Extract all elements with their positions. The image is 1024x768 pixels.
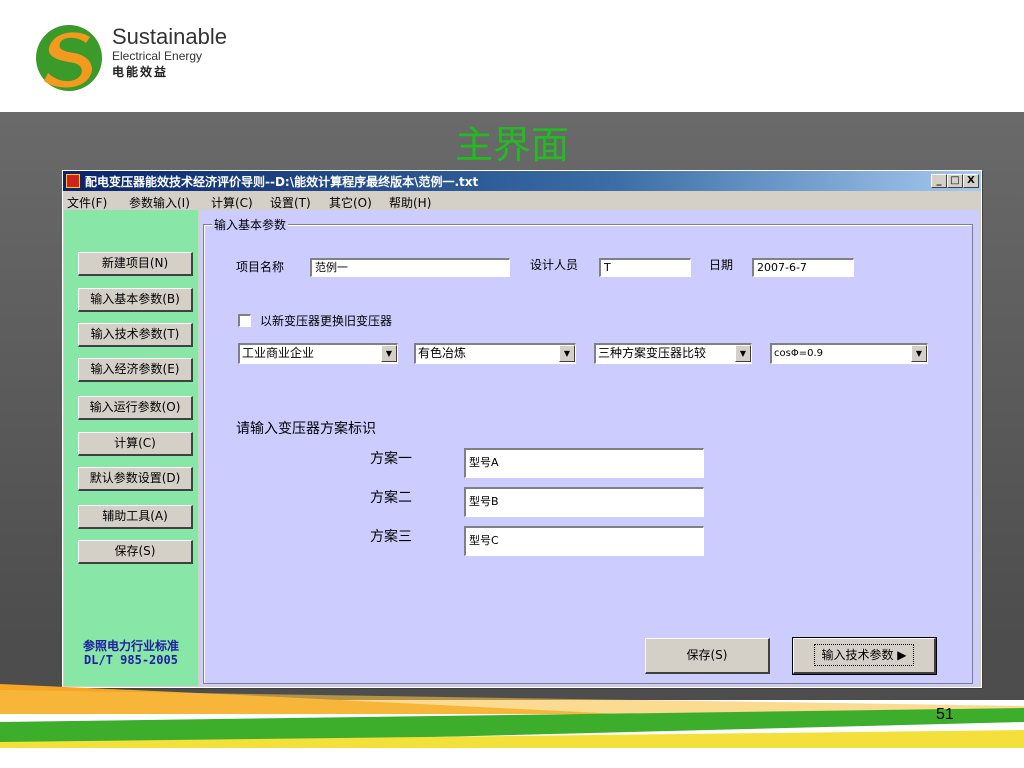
menu-parameter-input[interactable]: 参数输入(I) (129, 194, 190, 211)
sub-industry-select-value: 有色冶炼 (418, 346, 467, 360)
date-label: 日期 (709, 258, 734, 272)
standard-reference: 参照电力行业标准 DL/T 985-2005 (64, 639, 198, 667)
industry-select[interactable]: 工业商业企业 ▼ (238, 343, 398, 364)
app-icon[interactable] (66, 174, 80, 188)
menu-calculate[interactable]: 计算(C) (211, 194, 253, 211)
window-title: 配电变压器能效技术经济评价导则--D:\能效计算程序最终版本\范例一.txt (85, 175, 479, 189)
aux-tools-button[interactable]: 辅助工具(A) (78, 505, 193, 529)
play-arrow-icon: ▶ (897, 648, 907, 662)
group-title: 输入基本参数 (212, 216, 289, 233)
sustainable-energy-logo (36, 25, 102, 91)
new-project-button[interactable]: 新建项目(N) (78, 252, 193, 276)
form-panel: 输入基本参数 项目名称 范例一 设计人员 T 日期 2007-6-7 以新变压器… (200, 210, 979, 686)
standard-title: 参照电力行业标准 (82, 639, 179, 653)
scheme-3-field[interactable]: 型号C (464, 526, 704, 556)
page-number: 51 (936, 706, 954, 723)
replace-transformer-label: 以新变压器更换旧变压器 (260, 314, 393, 328)
chevron-down-icon[interactable]: ▼ (559, 345, 575, 362)
menu-file[interactable]: 文件(F) (67, 194, 107, 211)
menu-bar: 文件(F) 参数输入(I) 计算(C) 设置(T) 其它(O) 帮助(H) (63, 192, 981, 210)
save-button[interactable]: 保存(S) (645, 638, 770, 674)
chevron-down-icon[interactable]: ▼ (381, 345, 397, 362)
power-factor-select-value: cosΦ=0.9 (774, 348, 823, 359)
input-econ-params-button[interactable]: 输入经济参数(E) (78, 358, 193, 382)
logo-line-1: Sustainable (112, 24, 227, 49)
calculate-button[interactable]: 计算(C) (78, 432, 193, 456)
date-field[interactable]: 2007-6-7 (752, 258, 854, 277)
slide-title: 主界面 (454, 123, 569, 167)
menu-settings[interactable]: 设置(T) (270, 194, 311, 211)
input-basic-params-button[interactable]: 输入基本参数(B) (78, 288, 193, 312)
menu-help[interactable]: 帮助(H) (389, 194, 431, 211)
comparison-mode-select-value: 三种方案变压器比较 (598, 346, 707, 360)
chevron-down-icon[interactable]: ▼ (735, 345, 751, 362)
power-factor-select[interactable]: cosΦ=0.9 ▼ (770, 343, 928, 364)
close-button[interactable]: X (963, 174, 979, 188)
window-titlebar[interactable]: 配电变压器能效技术经济评价导则--D:\能效计算程序最终版本\范例一.txt _… (63, 171, 981, 191)
logo-line-3: 电能效益 (112, 65, 169, 79)
slide-header: Sustainable Electrical Energy 电能效益 (0, 0, 1024, 112)
industry-select-value: 工业商业企业 (242, 346, 315, 360)
logo-wordmark: Sustainable Electrical Energy 电能效益 (112, 24, 227, 79)
scheme-prompt: 请输入变压器方案标识 (236, 421, 376, 437)
next-tech-params-button[interactable]: 输入技术参数 ▶ (792, 637, 937, 675)
default-settings-button[interactable]: 默认参数设置(D) (78, 467, 193, 491)
sub-industry-select[interactable]: 有色冶炼 ▼ (414, 343, 576, 364)
replace-transformer-checkbox[interactable] (238, 314, 251, 327)
app-window: 配电变压器能效技术经济评价导则--D:\能效计算程序最终版本\范例一.txt _… (62, 170, 982, 688)
designer-label: 设计人员 (530, 258, 579, 272)
scheme-2-label: 方案二 (370, 490, 412, 506)
menu-other[interactable]: 其它(O) (329, 194, 372, 211)
left-nav-panel: 新建项目(N) 输入基本参数(B) 输入技术参数(T) 输入经济参数(E) 输入… (64, 210, 198, 686)
minimize-button[interactable]: _ (931, 174, 947, 188)
maximize-button[interactable]: □ (947, 174, 963, 188)
standard-code: DL/T 985-2005 (84, 653, 178, 667)
footer-green-stripe (0, 708, 1024, 748)
next-button-label: 输入技术参数 (821, 648, 894, 662)
project-name-field[interactable]: 范例一 (310, 258, 510, 277)
scheme-1-field[interactable]: 型号A (464, 448, 704, 478)
logo-line-2: Electrical Energy (112, 49, 203, 63)
next-button-inner: 输入技术参数 ▶ (814, 644, 914, 666)
project-name-label: 项目名称 (236, 260, 285, 274)
input-tech-params-button[interactable]: 输入技术参数(T) (78, 323, 193, 347)
designer-field[interactable]: T (599, 258, 691, 277)
chevron-down-icon[interactable]: ▼ (911, 345, 927, 362)
save-nav-button[interactable]: 保存(S) (78, 540, 193, 564)
scheme-3-label: 方案三 (370, 529, 412, 545)
input-run-params-button[interactable]: 输入运行参数(O) (78, 396, 193, 420)
scheme-1-label: 方案一 (370, 451, 412, 467)
comparison-mode-select[interactable]: 三种方案变压器比较 ▼ (594, 343, 752, 364)
scheme-2-field[interactable]: 型号B (464, 487, 704, 517)
